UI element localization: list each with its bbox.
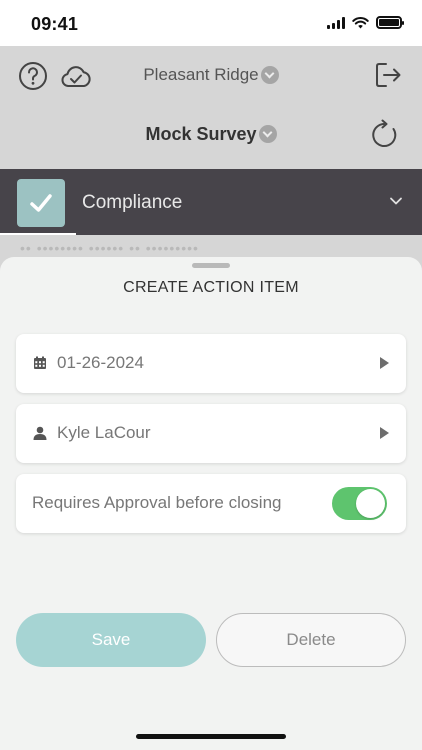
save-button[interactable]: Save — [16, 613, 206, 667]
chevron-down-icon[interactable] — [389, 194, 403, 208]
approval-label: Requires Approval before closing — [32, 493, 282, 512]
section-label: Compliance — [82, 192, 183, 213]
status-icons — [327, 16, 404, 29]
header-row-location: Pleasant Ridge — [0, 46, 422, 106]
status-bar: 09:41 — [0, 0, 422, 46]
status-time: 09:41 — [31, 14, 79, 34]
location-selector[interactable]: Pleasant Ridge — [0, 64, 422, 85]
header: Pleasant Ridge Mock Survey — [0, 46, 422, 169]
chevron-down-icon — [260, 65, 279, 84]
action-item-sheet: CREATE ACTION ITEM 01-26-2024 Kyle LaCou… — [0, 257, 422, 750]
assignee-value: Kyle LaCour — [57, 423, 151, 442]
chevron-right-icon — [380, 427, 389, 439]
chevron-down-icon — [258, 125, 277, 144]
survey-name: Mock Survey — [145, 123, 257, 144]
compliance-section-bar[interactable]: Compliance — [0, 169, 422, 235]
calendar-icon — [34, 356, 46, 369]
logout-icon[interactable] — [374, 61, 402, 89]
header-row-survey: Mock Survey — [0, 106, 422, 169]
signal-icon — [327, 16, 345, 29]
section-checkbox[interactable] — [17, 179, 65, 227]
approval-toggle[interactable] — [332, 487, 387, 520]
approval-row: Requires Approval before closing — [16, 474, 406, 533]
toggle-knob — [356, 489, 385, 518]
assignee-field[interactable]: Kyle LaCour — [16, 404, 406, 463]
wifi-icon — [352, 16, 369, 28]
checkmark-icon — [30, 194, 52, 212]
screen: 09:41 Pleasant Ridge Mock Survey Complia… — [0, 0, 422, 750]
home-indicator — [136, 734, 286, 739]
delete-button[interactable]: Delete — [216, 613, 406, 667]
sheet-grabber[interactable] — [192, 263, 230, 268]
battery-icon — [376, 16, 404, 29]
sheet-title: CREATE ACTION ITEM — [123, 279, 299, 296]
obscured-text: •• •••••••• •••••• •• ••••••••• — [20, 240, 199, 256]
date-field[interactable]: 01-26-2024 — [16, 334, 406, 393]
user-icon — [33, 426, 47, 440]
section-underline — [0, 233, 76, 235]
survey-selector[interactable]: Mock Survey — [0, 123, 422, 145]
refresh-icon[interactable] — [370, 119, 400, 149]
location-name: Pleasant Ridge — [143, 64, 259, 84]
date-value: 01-26-2024 — [57, 353, 144, 372]
chevron-right-icon — [380, 357, 389, 369]
